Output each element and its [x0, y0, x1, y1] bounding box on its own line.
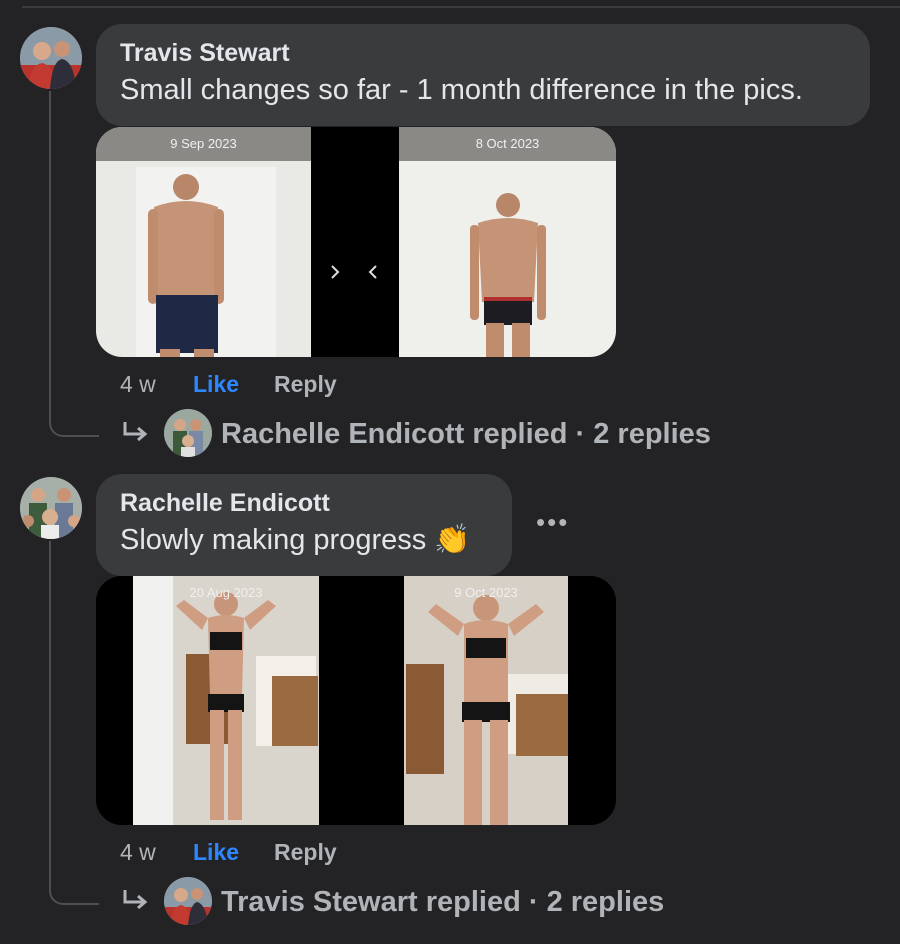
avatar-rachelle-endicott[interactable]: [20, 477, 82, 539]
avatar-rachelle-endicott[interactable]: [164, 409, 212, 457]
comment-time[interactable]: 4 w: [120, 838, 156, 866]
comment-author[interactable]: Rachelle Endicott: [120, 486, 488, 520]
photo-date-left: 20 Aug 2023: [189, 585, 263, 600]
comment-time[interactable]: 4 w: [120, 370, 156, 398]
comment-photo[interactable]: 9 Sep 2023 8 Oct 2023: [96, 127, 616, 357]
comment-text: Slowly making progress 👏: [120, 524, 471, 556]
comment-photo[interactable]: 20 Aug 2023 9 Oct 2023: [96, 576, 616, 825]
photo-date-left: 9 Sep 2023: [170, 136, 237, 151]
reply-button[interactable]: Reply: [274, 838, 337, 866]
view-replies-link[interactable]: Travis Stewart replied · 2 replies: [221, 884, 664, 920]
avatar-travis-stewart[interactable]: [164, 877, 212, 925]
thread-connector-line: [49, 541, 99, 905]
reply-arrow-icon: [123, 890, 148, 910]
avatar-travis-stewart[interactable]: [20, 27, 82, 89]
comment-bubble: Travis Stewart Small changes so far - 1 …: [96, 24, 870, 126]
comment-author[interactable]: Travis Stewart: [120, 36, 846, 70]
like-button[interactable]: Like: [193, 370, 239, 398]
comment-bubble: Rachelle Endicott Slowly making progress…: [96, 474, 512, 576]
thread-connector-line: [49, 91, 99, 437]
comment-text: Small changes so far - 1 month differenc…: [120, 74, 803, 106]
view-replies-link[interactable]: Rachelle Endicott replied · 2 replies: [221, 416, 711, 452]
like-button[interactable]: Like: [193, 838, 239, 866]
photo-date-right: 9 Oct 2023: [454, 585, 518, 600]
photo-date-right: 8 Oct 2023: [475, 136, 540, 151]
reply-arrow-icon: [123, 422, 148, 442]
reply-button[interactable]: Reply: [274, 370, 337, 398]
more-options-icon[interactable]: •••: [536, 509, 569, 535]
top-divider: [22, 6, 900, 8]
